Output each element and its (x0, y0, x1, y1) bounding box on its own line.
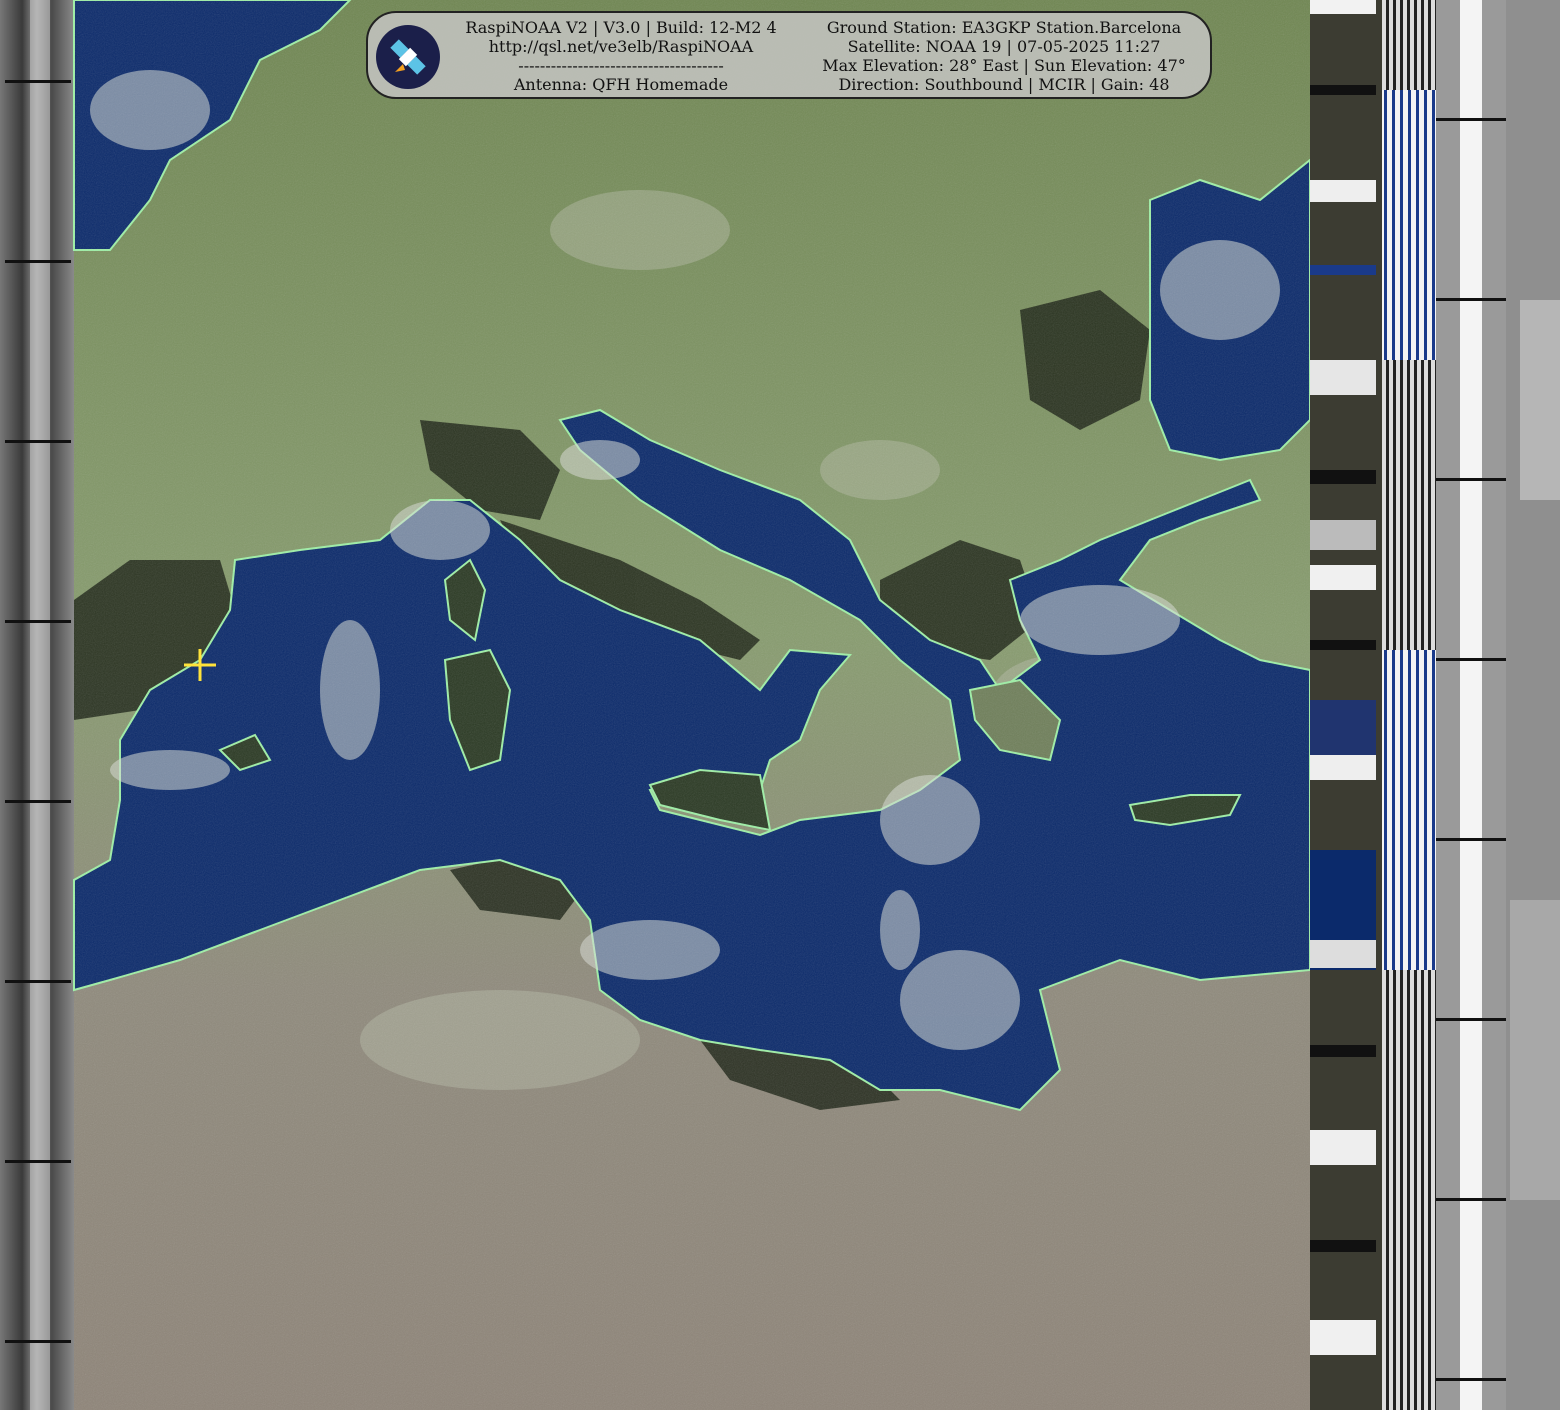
satellite-image (0, 0, 1560, 1410)
antenna-info: Antenna: QFH Homemade (513, 75, 729, 94)
separator-line: -------------------------------------- (518, 56, 724, 75)
pass-details: Ground Station: EA3GKP Station.Barcelona… (814, 18, 1194, 94)
ground-station: Ground Station: EA3GKP Station.Barcelona (826, 18, 1182, 37)
image-noise (74, 0, 1310, 1410)
satellite-icon (376, 25, 440, 89)
telemetry-channel-a (1310, 0, 1436, 1410)
elevation-info: Max Elevation: 28° East | Sun Elevation:… (822, 56, 1186, 75)
software-version: RaspiNOAA V2 | V3.0 | Build: 12-M2 4 (465, 18, 777, 37)
direction-mode-gain: Direction: Southbound | MCIR | Gain: 48 (838, 75, 1170, 94)
satellite-datetime: Satellite: NOAA 19 | 07-05-2025 11:27 (847, 37, 1161, 56)
sync-band (30, 0, 50, 1410)
project-url: http://qsl.net/ve3elb/RaspiNOAA (488, 37, 754, 56)
pass-info-panel: RaspiNOAA V2 | V3.0 | Build: 12-M2 4 htt… (366, 11, 1212, 99)
station-software-info: RaspiNOAA V2 | V3.0 | Build: 12-M2 4 htt… (448, 18, 794, 94)
